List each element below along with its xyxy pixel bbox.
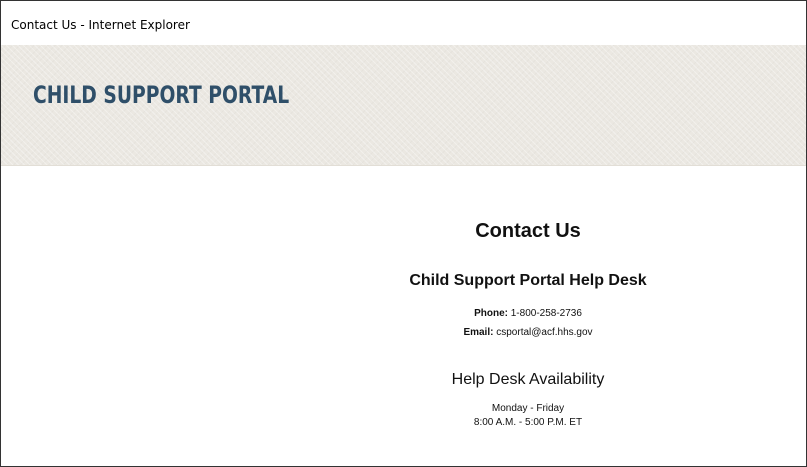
email-label: Email: (463, 327, 494, 338)
portal-logo[interactable]: CHILD SUPPORT PORTAL (33, 81, 289, 109)
phone-value: 1-800-258-2736 (510, 308, 582, 319)
site-header-banner: CHILD SUPPORT PORTAL (1, 45, 806, 166)
main-content: Contact Us Child Support Portal Help Des… (1, 166, 806, 466)
window-title: Contact Us - Internet Explorer (11, 18, 190, 32)
phone-label: Phone: (474, 308, 508, 319)
availability-days: Monday - Friday (491, 403, 565, 414)
email-link[interactable]: csportal@acf.hhs.gov (496, 327, 592, 338)
availability-heading: Help Desk Availability (451, 371, 605, 388)
window-titlebar[interactable]: Contact Us - Internet Explorer (1, 1, 806, 45)
phone-line: Phone: 1-800-258-2736 (386, 308, 670, 319)
availability-hours: 8:00 A.M. - 5:00 P.M. ET (473, 417, 583, 428)
email-line: Email: csportal@acf.hhs.gov (386, 327, 670, 338)
page-title: Contact Us (475, 220, 581, 242)
browser-window: Contact Us - Internet Explorer CHILD SUP… (0, 0, 807, 467)
helpdesk-heading: Child Support Portal Help Desk (409, 272, 647, 289)
